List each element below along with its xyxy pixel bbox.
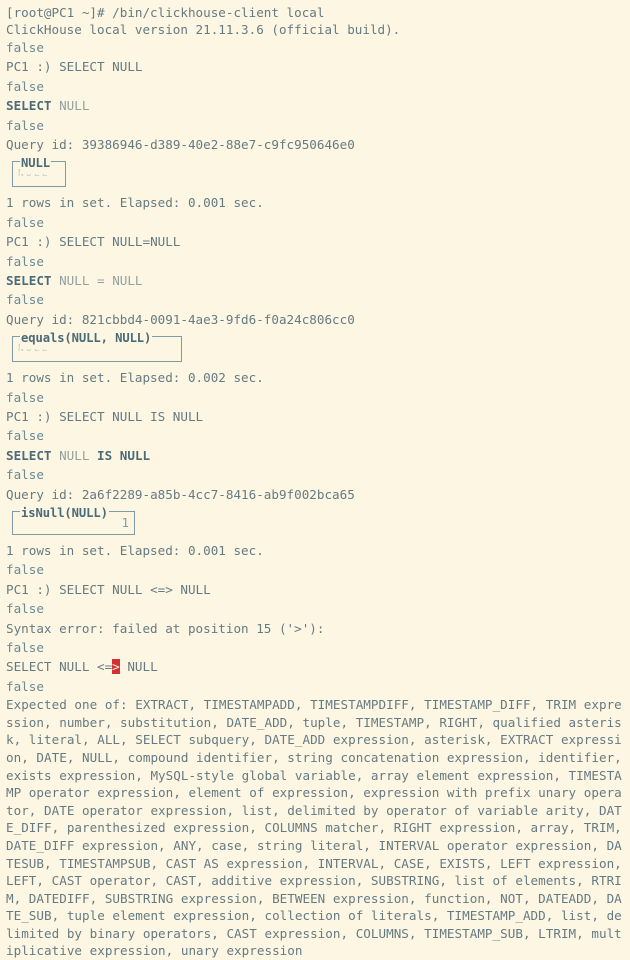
result-table-wrapper-0: NULL NULL [6,154,624,193]
result-stats-line-2: 1 rows in set. Elapsed: 0.001 sec. [6,542,264,558]
query-id-value: 821cbbd4-0091-4ae3-9fd6-f0a24c806cc0 [81,311,355,327]
query-token-4: IS NULL [97,447,151,463]
client-prompt-symbol: PC1 :) [6,59,60,75]
query-token-0: SELECT [6,447,52,463]
query-token-2: NULL [59,447,90,463]
query-echo-line-2: SELECT NULL IS NULL [6,446,624,465]
failed-query-line: SELECT NULL <=> NULL [6,657,624,676]
query-token-3: = [89,272,113,288]
query-token-0: SELECT [6,272,52,288]
result-table-0: NULL NULL [12,154,66,188]
query-token-0: SELECT [6,98,52,114]
query-id-line-2: Query id: 2a6f2289-a85b-4cc7-8416-ab9f00… [6,485,624,504]
query-token-2: NULL [59,272,90,288]
query-token-4: NULL [112,272,143,288]
result-table-2: isNull(NULL) 1 [12,503,135,535]
failed-query-suffix: NULL [119,659,158,675]
result-stats-line-1: 1 rows in set. Elapsed: 0.002 sec. [6,370,264,386]
result-table-wrapper-1: equals(NULL, NULL) NULL [6,329,624,368]
query-id-label: Query id: [6,311,82,327]
typed-command: SELECT NULL=NULL [59,234,181,250]
query-id-line-0: Query id: 39386946-d389-40e2-88e7-c9fc95… [6,135,624,154]
result-stats-line-0: 1 rows in set. Elapsed: 0.001 sec. [6,195,264,211]
result-column-header: equals(NULL, NULL) [20,329,153,349]
syntax-error-line: Syntax error: failed at position 15 ('>'… [6,620,325,636]
error-position-cursor: > [112,659,120,675]
query-token-1 [52,448,60,463]
query-echo-line-1: SELECT NULL = NULL [6,271,624,290]
query-id-label: Query id: [6,136,82,152]
expected-tokens-block: Expected one of: EXTRACT, TIMESTAMPADD, … [6,697,630,959]
query-id-value: 39386946-d389-40e2-88e7-c9fc950646e0 [81,136,355,152]
query-id-value: 2a6f2289-a85b-4cc7-8416-ab9f002bca65 [81,486,355,502]
query-token-2: NULL [59,98,90,114]
shell-prompt-line: [root@PC1 ~]# /bin/clickhouse-client loc… [6,5,325,20]
result-column-header: isNull(NULL) [20,503,109,524]
client-version-line: ClickHouse local version 21.11.3.6 (offi… [6,22,401,37]
terminal-window[interactable]: [root@PC1 ~]# /bin/clickhouse-client loc… [0,0,630,960]
typed-command: SELECT NULL <=> NULL [59,581,211,597]
client-prompt-symbol: PC1 :) [6,234,60,250]
client-prompt-symbol: PC1 :) [6,408,60,424]
query-id-line-1: Query id: 821cbbd4-0091-4ae3-9fd6-f0a24c… [6,310,624,329]
failed-query-prefix: SELECT NULL <= [6,659,113,675]
client-prompt-line-1: PC1 :) SELECT NULL=NULL [6,232,624,251]
query-token-1 [52,98,60,113]
query-token-1 [52,273,60,288]
client-prompt-line-err: PC1 :) SELECT NULL <=> NULL [6,580,624,599]
client-prompt-line-2: PC1 :) SELECT NULL IS NULL [6,407,624,426]
query-id-label: Query id: [6,486,82,502]
typed-command: SELECT NULL IS NULL [59,408,204,424]
result-table-wrapper-2: isNull(NULL) 1 [6,503,624,541]
result-column-header: NULL [20,154,51,174]
typed-command: SELECT NULL [59,59,143,75]
query-token-3 [89,448,97,463]
client-prompt-symbol: PC1 :) [6,581,60,597]
result-table-1: equals(NULL, NULL) NULL [12,329,182,363]
query-echo-line-0: SELECT NULL [6,96,624,115]
client-prompt-line-0: PC1 :) SELECT NULL [6,57,624,76]
